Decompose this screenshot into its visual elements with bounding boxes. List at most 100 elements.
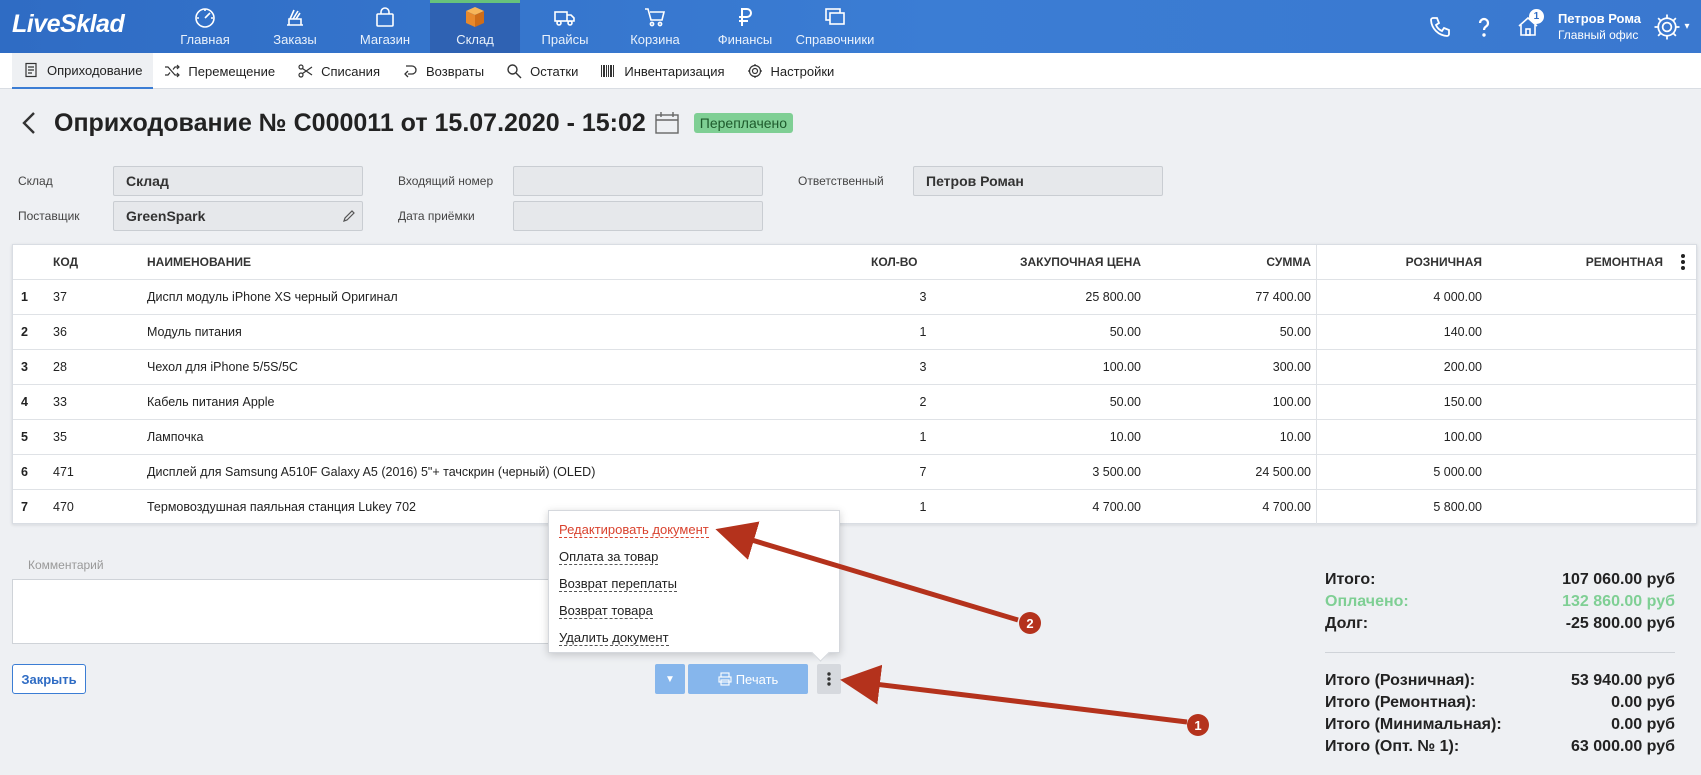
table-row[interactable]: 6 471 Дисплей для Samsung A510F Galaxy A… bbox=[13, 455, 1696, 490]
kebab-menu-icon bbox=[827, 672, 831, 686]
nav-item-orders[interactable]: Заказы bbox=[250, 0, 340, 53]
row-repair bbox=[1483, 455, 1663, 490]
user-settings-button[interactable]: ▾ bbox=[1641, 0, 1701, 53]
row-qty: 2 bbox=[919, 395, 927, 409]
row-name: Чехол для iPhone 5/5S/5C bbox=[147, 360, 298, 374]
nav-label: Главная bbox=[180, 32, 230, 47]
row-sum: 50.00 bbox=[1279, 325, 1311, 339]
table-row[interactable]: 1 37 Диспл модуль iPhone XS черный Ориги… bbox=[13, 280, 1696, 315]
receive-date-field[interactable] bbox=[513, 201, 763, 231]
printer-icon bbox=[718, 672, 732, 686]
menu-pay-goods[interactable]: Оплата за товар bbox=[559, 546, 839, 573]
table-header: КОД НАИМЕНОВАНИЕ КОЛ-ВО ЗАКУПОЧНАЯ ЦЕНА … bbox=[13, 245, 1696, 280]
repair-total-value: 0.00 руб bbox=[1611, 694, 1675, 711]
nav-item-reference[interactable]: Справочники bbox=[790, 0, 880, 53]
caret-down-icon: ▼ bbox=[665, 673, 675, 685]
row-retail: 140.00 bbox=[1443, 325, 1482, 339]
tab-label: Возвраты bbox=[425, 63, 485, 79]
columns-menu-icon[interactable] bbox=[1680, 253, 1686, 271]
tab-label: Перемещение bbox=[188, 63, 276, 79]
menu-label: Редактировать документ bbox=[559, 522, 709, 538]
totals-summary: Итого: 107 060.00 руб Оплачено: 132 860.00… bbox=[1325, 569, 1675, 635]
phone-button[interactable] bbox=[1418, 0, 1462, 53]
main-nav: Главная Заказы Магазин Склад Прайсы Корз… bbox=[160, 0, 880, 53]
retail-total-row: Итого (Розничная): 53 940.00 руб bbox=[1325, 670, 1675, 692]
tab-transfer[interactable]: Перемещение bbox=[153, 53, 286, 89]
warehouse-field[interactable]: Склад bbox=[113, 166, 363, 196]
tab-receiving[interactable]: Оприходование bbox=[12, 53, 154, 89]
document-icon bbox=[25, 62, 37, 78]
row-name: Модуль питания bbox=[147, 325, 242, 339]
tab-returns[interactable]: Возвраты bbox=[391, 53, 495, 89]
row-repair bbox=[1483, 385, 1663, 420]
row-retail: 150.00 bbox=[1443, 395, 1482, 409]
back-arrow-icon[interactable] bbox=[18, 108, 40, 138]
incoming-number-label: Входящий номер bbox=[398, 174, 494, 188]
status-badge: Переплачено bbox=[693, 113, 794, 133]
header-name[interactable]: НАИМЕНОВАНИЕ bbox=[147, 245, 251, 280]
table-row[interactable]: 2 36 Модуль питания 1 50.00 50.00 140.00 bbox=[13, 315, 1696, 350]
calendar-icon[interactable] bbox=[654, 110, 680, 136]
row-number: 6 bbox=[21, 465, 28, 479]
row-repair bbox=[1483, 490, 1663, 525]
header-sum[interactable]: СУММА bbox=[1141, 245, 1311, 280]
nav-item-shop[interactable]: Магазин bbox=[340, 0, 430, 53]
comment-input[interactable] bbox=[12, 579, 552, 644]
header-retail[interactable]: РОЗНИЧНАЯ bbox=[1329, 245, 1482, 280]
table-row[interactable]: 4 33 Кабель питания Apple 2 50.00 100.00… bbox=[13, 385, 1696, 420]
pencil-icon[interactable] bbox=[342, 209, 356, 223]
app-logo[interactable]: LiveSklad bbox=[12, 10, 125, 39]
min-total-row: Итого (Минимальная): 0.00 руб bbox=[1325, 714, 1675, 736]
tab-inventory[interactable]: Инвентаризация bbox=[589, 53, 735, 89]
row-qty: 1 bbox=[919, 430, 927, 444]
print-button[interactable]: Печать bbox=[688, 664, 808, 694]
header-qty[interactable]: КОЛ-ВО bbox=[871, 245, 917, 280]
responsible-label: Ответственный bbox=[798, 174, 884, 188]
tab-writeoffs[interactable]: Списания bbox=[286, 53, 391, 89]
row-sum: 77 400.00 bbox=[1255, 290, 1311, 304]
menu-delete-document[interactable]: Удалить документ bbox=[559, 627, 839, 654]
menu-return-goods[interactable]: Возврат товара bbox=[559, 600, 839, 627]
menu-edit-document[interactable]: Редактировать документ bbox=[559, 519, 839, 546]
print-options-button[interactable]: ▼ bbox=[655, 664, 685, 694]
table-row[interactable]: 3 28 Чехол для iPhone 5/5S/5C 3 100.00 3… bbox=[13, 350, 1696, 385]
tab-settings[interactable]: Настройки bbox=[736, 53, 846, 89]
nav-item-cart[interactable]: Корзина bbox=[610, 0, 700, 53]
nav-item-home[interactable]: Главная bbox=[160, 0, 250, 53]
row-qty: 3 bbox=[919, 360, 927, 374]
nav-item-warehouse[interactable]: Склад bbox=[430, 0, 520, 53]
row-retail: 200.00 bbox=[1443, 360, 1482, 374]
row-code: 37 bbox=[53, 290, 67, 304]
tab-label: Списания bbox=[321, 63, 380, 79]
nav-item-prices[interactable]: Прайсы bbox=[520, 0, 610, 53]
nav-item-finance[interactable]: Финансы bbox=[700, 0, 790, 53]
user-gear-icon bbox=[1654, 14, 1680, 39]
paid-row: Оплачено: 132 860.00 руб bbox=[1325, 591, 1675, 613]
header-repair[interactable]: РЕМОНТНАЯ bbox=[1483, 245, 1663, 280]
user-info[interactable]: Петров Рома Главный офис bbox=[1558, 10, 1641, 44]
row-code: 471 bbox=[53, 465, 74, 479]
table-row[interactable]: 7 470 Термовоздушная паяльная станция Lu… bbox=[13, 490, 1696, 525]
page-header: Оприходование № С000011 от 15.07.2020 - … bbox=[18, 108, 794, 138]
tab-stock[interactable]: Остатки bbox=[495, 53, 589, 89]
row-code: 33 bbox=[53, 395, 67, 409]
header-right: 1 Петров Рома Главный офис ▾ bbox=[1418, 0, 1701, 53]
close-button[interactable]: Закрыть bbox=[12, 664, 86, 694]
more-actions-button[interactable] bbox=[817, 664, 841, 694]
help-button[interactable] bbox=[1462, 0, 1506, 53]
header-price[interactable]: ЗАКУПОЧНАЯ ЦЕНА bbox=[973, 245, 1141, 280]
table-row[interactable]: 5 35 Лампочка 1 10.00 10.00 100.00 bbox=[13, 420, 1696, 455]
menu-refund-overpayment[interactable]: Возврат переплаты bbox=[559, 573, 839, 600]
scissors-icon bbox=[298, 64, 313, 78]
total-label: Итого: bbox=[1325, 571, 1376, 588]
debt-row: Долг: -25 800.00 руб bbox=[1325, 613, 1675, 635]
header-code[interactable]: КОД bbox=[53, 245, 78, 280]
warehouse-value: Склад bbox=[126, 173, 169, 189]
retail-total-label: Итого (Розничная): bbox=[1325, 672, 1476, 689]
notifications-button[interactable]: 1 bbox=[1506, 0, 1550, 53]
menu-label: Оплата за товар bbox=[559, 549, 659, 565]
supplier-field[interactable]: GreenSpark bbox=[113, 201, 363, 231]
menu-label: Возврат товара bbox=[559, 603, 653, 619]
responsible-field[interactable]: Петров Роман bbox=[913, 166, 1163, 196]
incoming-number-field[interactable] bbox=[513, 166, 763, 196]
